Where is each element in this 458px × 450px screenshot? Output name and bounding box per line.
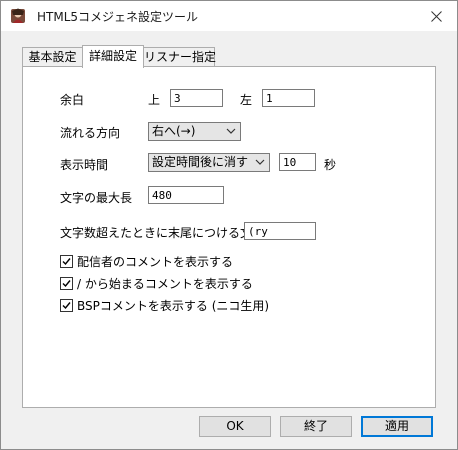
close-icon (430, 10, 442, 22)
display-time-mode-select[interactable]: 設定時間後に消す (148, 153, 270, 172)
tab-advanced-settings[interactable]: 詳細設定 (82, 45, 144, 68)
show-slash-comments-checkbox[interactable]: / から始まるコメントを表示する (60, 275, 253, 291)
tab-basic-settings[interactable]: 基本設定 (22, 47, 83, 67)
max-length-label: 文字の最大長 (60, 191, 133, 205)
direction-value: 右へ(→) (152, 124, 196, 138)
window-title: HTML5コメジェネ設定ツール (37, 10, 199, 24)
app-icon (11, 8, 25, 23)
margin-top-input[interactable]: 3 (170, 89, 223, 107)
margin-left-input[interactable]: 1 (262, 89, 315, 107)
checkbox-box[interactable] (60, 298, 73, 312)
max-length-input[interactable]: 480 (148, 186, 224, 204)
exit-button[interactable]: 終了 (280, 416, 352, 437)
overflow-suffix-label: 文字数超えたときに末尾につける文字 (60, 226, 265, 240)
overflow-suffix-input[interactable]: (ry (244, 222, 316, 240)
direction-select[interactable]: 右へ(→) (148, 122, 241, 141)
ok-button[interactable]: OK (199, 416, 271, 437)
checkbox-label: 配信者のコメントを表示する (77, 254, 234, 269)
check-icon (62, 257, 71, 265)
margin-top-label: 上 (148, 93, 161, 107)
display-time-label: 表示時間 (60, 158, 109, 172)
direction-label: 流れる方向 (60, 126, 121, 140)
title-bar[interactable]: HTML5コメジェネ設定ツール (1, 1, 457, 31)
chevron-down-icon (255, 159, 265, 165)
seconds-unit-label: 秒 (324, 158, 337, 172)
checkbox-label: / から始まるコメントを表示する (77, 276, 253, 291)
checkbox-box[interactable] (60, 276, 73, 290)
margin-left-label: 左 (240, 93, 253, 107)
margin-label: 余白 (60, 93, 85, 107)
apply-button[interactable]: 適用 (361, 416, 433, 437)
show-bsp-comments-checkbox[interactable]: BSPコメントを表示する (ニコ生用) (60, 297, 269, 313)
show-streamer-comments-checkbox[interactable]: 配信者のコメントを表示する (60, 253, 233, 269)
checkbox-label: BSPコメントを表示する (ニコ生用) (77, 298, 270, 313)
chevron-down-icon (226, 128, 236, 134)
check-icon (62, 301, 71, 309)
display-time-seconds-input[interactable]: 10 (279, 153, 316, 171)
display-time-mode-value: 設定時間後に消す (152, 155, 249, 169)
check-icon (62, 279, 71, 287)
advanced-settings-panel: 余白 上 3 左 1 流れる方向 右へ(→) 表示時間 設定時間後に消す 10 … (22, 66, 436, 408)
settings-window: HTML5コメジェネ設定ツール 基本設定 詳細設定 リスナー指定 余白 上 3 … (0, 0, 458, 450)
checkbox-box[interactable] (60, 254, 73, 268)
close-button[interactable] (421, 1, 451, 31)
tab-listener-settings[interactable]: リスナー指定 (143, 47, 216, 67)
